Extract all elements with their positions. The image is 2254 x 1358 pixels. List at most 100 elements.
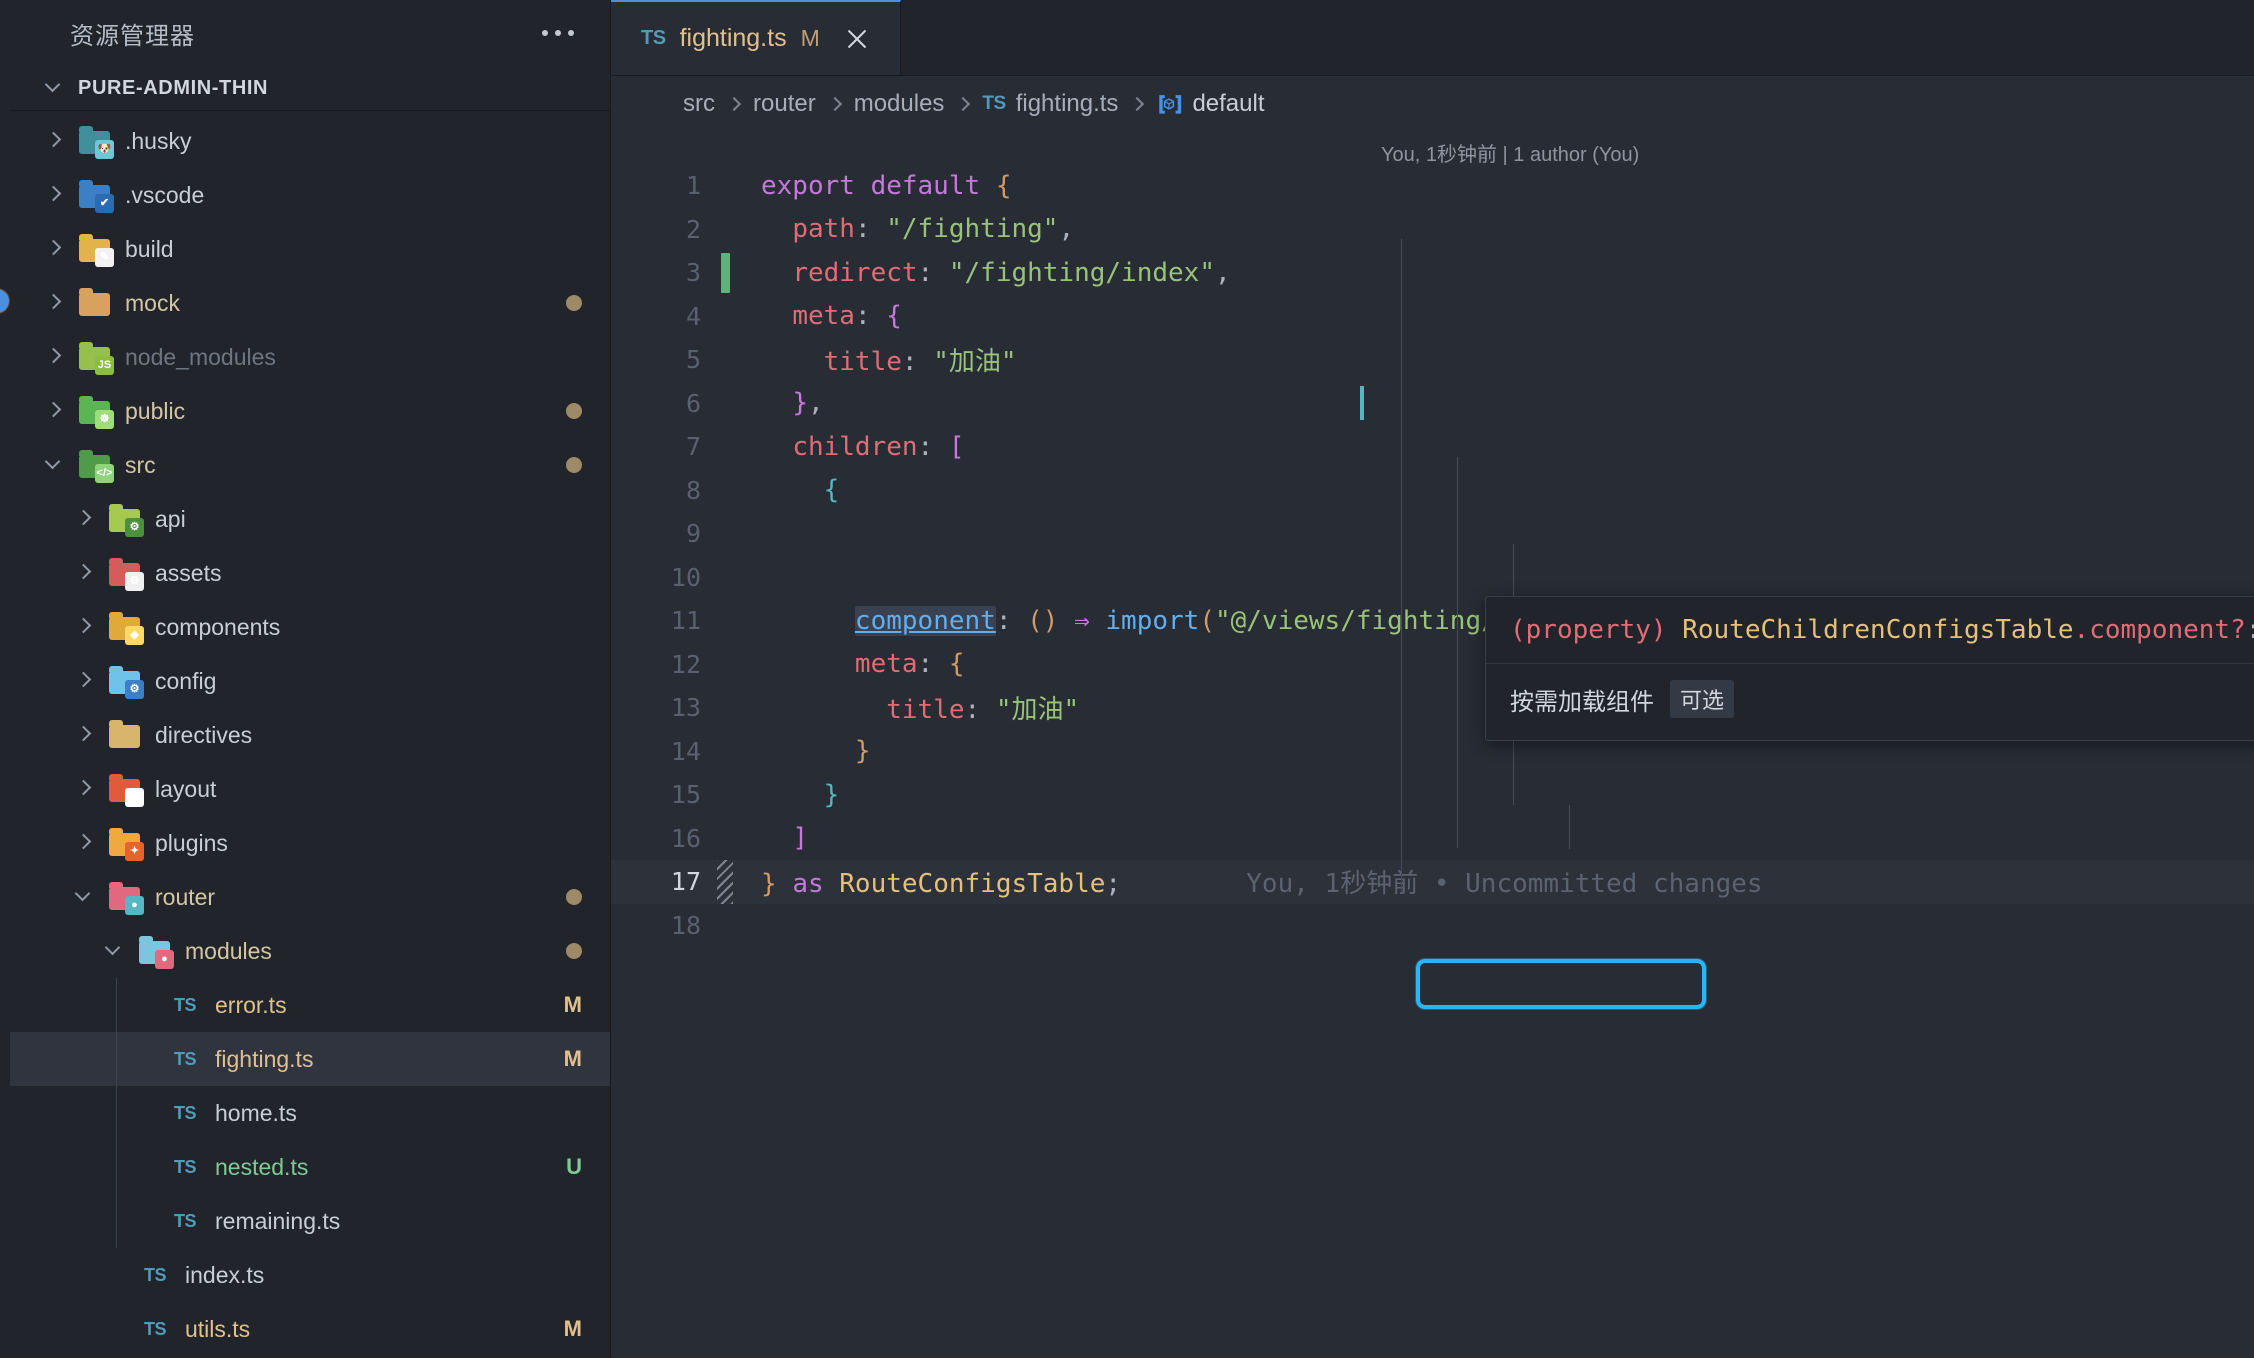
- tree-item--husky[interactable]: 🐶.husky: [10, 114, 610, 168]
- ellipsis-icon[interactable]: [536, 22, 580, 44]
- tree-item-router[interactable]: ●router: [10, 870, 610, 924]
- chevron-right-icon[interactable]: [74, 833, 94, 853]
- chevron-right-icon[interactable]: [44, 131, 64, 151]
- chevron-right-icon[interactable]: [44, 293, 64, 313]
- folder-src-icon: </>: [78, 448, 112, 482]
- code-line-text: {: [761, 475, 2254, 505]
- breadcrumb-item-src[interactable]: src: [683, 90, 715, 118]
- code-line[interactable]: 6 },: [611, 382, 2254, 426]
- tree-item-layout[interactable]: <>layout: [10, 762, 610, 816]
- chevron-right-icon[interactable]: [44, 347, 64, 367]
- tree-item-label: directives: [155, 722, 252, 749]
- chevron-down-icon[interactable]: [74, 887, 94, 907]
- tree-item--vscode[interactable]: ✔.vscode: [10, 168, 610, 222]
- tree-item-home-ts[interactable]: TShome.ts: [10, 1086, 610, 1140]
- breadcrumb-item-fighting-ts[interactable]: TSfighting.ts: [982, 90, 1118, 118]
- tree-item-assets[interactable]: ⚙assets: [10, 546, 610, 600]
- editor-gutter[interactable]: [701, 295, 761, 339]
- tree-item-directives[interactable]: directives: [10, 708, 610, 762]
- activity-bar-badge-icon[interactable]: [0, 288, 10, 314]
- editor-gutter[interactable]: [701, 643, 761, 687]
- tree-item-mock[interactable]: mock: [10, 276, 610, 330]
- chevron-right-icon[interactable]: [44, 185, 64, 205]
- tree-item-api[interactable]: ⚙api: [10, 492, 610, 546]
- tree-item-plugins[interactable]: ✦plugins: [10, 816, 610, 870]
- editor-gutter[interactable]: [701, 338, 761, 382]
- code-line-text: title: "加油": [761, 341, 2254, 378]
- tree-item-components[interactable]: ◆components: [10, 600, 610, 654]
- editor-gutter[interactable]: [701, 817, 761, 861]
- git-blame-header: You, 1秒钟前 | 1 author (You): [1381, 138, 1639, 167]
- editor-gutter[interactable]: [701, 860, 761, 904]
- chevron-right-icon[interactable]: [74, 509, 94, 529]
- chevron-right-icon[interactable]: [44, 239, 64, 259]
- close-icon[interactable]: [840, 22, 874, 56]
- code-editor[interactable]: You, 1秒钟前 | 1 author (You) 1export defau…: [611, 132, 2254, 1358]
- tree-item-modules[interactable]: ●modules: [10, 924, 610, 978]
- editor-gutter[interactable]: [701, 904, 761, 948]
- explorer-root-folder[interactable]: PURE-ADMIN-THIN: [10, 66, 610, 111]
- tree-item-src[interactable]: </> src: [10, 438, 610, 492]
- breadcrumb-item-router[interactable]: router: [753, 90, 816, 118]
- chevron-right-icon[interactable]: [74, 779, 94, 799]
- editor-gutter[interactable]: [701, 730, 761, 774]
- editor-gutter[interactable]: [701, 469, 761, 513]
- tree-item-build[interactable]: ✎build: [10, 222, 610, 276]
- editor-gutter[interactable]: [701, 512, 761, 556]
- tree-item-label: .vscode: [125, 182, 204, 209]
- editor-gutter[interactable]: [701, 382, 761, 426]
- code-line[interactable]: 5 title: "加油": [611, 338, 2254, 382]
- indent-guide: [1457, 457, 1458, 848]
- chevron-right-icon[interactable]: [74, 617, 94, 637]
- folder-generic-icon: [78, 286, 112, 320]
- folder-generic-icon: [108, 718, 142, 752]
- chevron-down-icon[interactable]: [44, 455, 64, 475]
- code-line[interactable]: 9: [611, 512, 2254, 556]
- folder-husky-icon: 🐶: [78, 124, 112, 158]
- tree-item-config[interactable]: ⚙config: [10, 654, 610, 708]
- folder-overlay-icon: ●: [155, 950, 174, 969]
- tree-item-fighting-ts[interactable]: TSfighting.tsM: [10, 1032, 610, 1086]
- code-line[interactable]: 3 redirect: "/fighting/index",: [611, 251, 2254, 295]
- code-line[interactable]: 10: [611, 556, 2254, 600]
- vscode-window: 资源管理器 PURE-ADMIN-THIN 🐶.husky✔.vscode✎bu…: [0, 0, 2254, 1358]
- tree-item-error-ts[interactable]: TSerror.tsM: [10, 978, 610, 1032]
- tree-item-utils-ts[interactable]: TSutils.tsM: [10, 1302, 610, 1356]
- editor-gutter[interactable]: [701, 164, 761, 208]
- code-line[interactable]: 2 path: "/fighting",: [611, 208, 2254, 252]
- tree-item-remaining-ts[interactable]: TSremaining.ts: [10, 1194, 610, 1248]
- chevron-right-icon[interactable]: [74, 725, 94, 745]
- code-line[interactable]: 8 {: [611, 469, 2254, 513]
- tree-item-nested-ts[interactable]: TSnested.tsU: [10, 1140, 610, 1194]
- code-line[interactable]: 17} as RouteConfigsTable; You, 1秒钟前 • Un…: [611, 860, 2254, 904]
- editor-gutter[interactable]: [701, 686, 761, 730]
- tree-item-node-modules[interactable]: JSnode_modules: [10, 330, 610, 384]
- tab-fighting-ts[interactable]: TS fighting.ts M: [611, 0, 901, 75]
- code-line[interactable]: 16 ]: [611, 817, 2254, 861]
- chevron-right-icon[interactable]: [74, 671, 94, 691]
- chevron-right-icon[interactable]: [74, 563, 94, 583]
- code-line[interactable]: 4 meta: {: [611, 295, 2254, 339]
- editor-gutter[interactable]: [701, 251, 761, 295]
- code-line[interactable]: 1export default {: [611, 164, 2254, 208]
- code-line[interactable]: 18: [611, 904, 2254, 948]
- editor-gutter[interactable]: [701, 208, 761, 252]
- breadcrumb-item-modules[interactable]: modules: [854, 90, 945, 118]
- tree-item-index-ts[interactable]: TSindex.ts: [10, 1248, 610, 1302]
- tree-item-label: src: [125, 452, 156, 479]
- editor-gutter[interactable]: [701, 556, 761, 600]
- editor-gutter[interactable]: [701, 599, 761, 643]
- breadcrumb-item-default[interactable]: []default: [1156, 90, 1264, 118]
- code-line[interactable]: 7 children: [: [611, 425, 2254, 469]
- editor-gutter[interactable]: [701, 773, 761, 817]
- code-line[interactable]: 15 }: [611, 773, 2254, 817]
- folder-router-icon: ●: [108, 880, 142, 914]
- chevron-right-icon[interactable]: [44, 401, 64, 421]
- git-status-badge: U: [566, 1154, 582, 1180]
- tree-item-public[interactable]: ☸public: [10, 384, 610, 438]
- git-status-badge: M: [564, 1316, 582, 1342]
- code-line-text: children: [: [761, 432, 2254, 462]
- editor-gutter[interactable]: [701, 425, 761, 469]
- chevron-down-icon[interactable]: [104, 941, 124, 961]
- code-line-text: path: "/fighting",: [761, 214, 2254, 244]
